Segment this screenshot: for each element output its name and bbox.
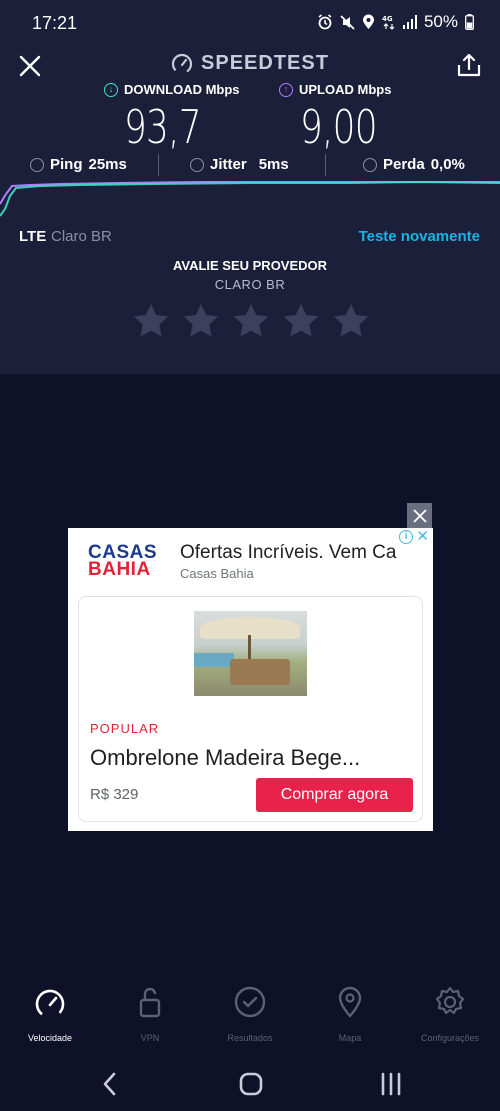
packet-loss-icon [363, 157, 377, 172]
battery-icon [465, 14, 474, 30]
speed-graph [0, 180, 500, 217]
jitter-stat: Jitter 5ms [190, 156, 289, 173]
close-icon [412, 508, 427, 523]
system-nav-bar [0, 1062, 500, 1106]
ping-stat: Ping 25ms [30, 156, 127, 173]
rating-stars [132, 302, 370, 340]
product-tag: POPULAR [90, 721, 160, 736]
upload-label-text: UPLOAD Mbps [299, 82, 392, 97]
star-icon[interactable] [132, 302, 170, 340]
stats-divider [158, 154, 159, 176]
bottom-nav: Velocidade VPN Resultados Mapa Configura… [0, 985, 500, 1055]
brand-header: SPEEDTEST [0, 52, 500, 75]
ping-icon [30, 157, 44, 172]
nav-label: Resultados [227, 1033, 273, 1043]
alarm-icon [318, 14, 332, 30]
ad-choices-close-icon[interactable]: ✕ [416, 527, 429, 545]
map-pin-icon [338, 986, 362, 1018]
product-title[interactable]: Ombrelone Madeira Bege... [90, 745, 360, 771]
stats-divider [325, 154, 326, 176]
svg-text:4G: 4G [382, 15, 393, 23]
product-image[interactable] [194, 611, 307, 696]
ad-headline[interactable]: Ofertas Incríveis. Vem Ca [180, 542, 406, 564]
network-provider: Claro BR [51, 228, 112, 245]
jitter-value: 5ms [258, 156, 289, 173]
nav-label: VPN [140, 1033, 160, 1043]
upload-arrow-icon: ↑ [279, 82, 293, 97]
retest-button[interactable]: Teste novamente [359, 228, 480, 245]
nav-item-map[interactable]: Mapa [300, 985, 400, 1043]
star-icon[interactable] [282, 302, 320, 340]
ping-label: Ping [50, 156, 83, 173]
nav-label: Mapa [338, 1033, 362, 1043]
nav-label: Configurações [420, 1033, 480, 1043]
back-icon[interactable] [96, 1070, 124, 1098]
download-arrow-icon: ↓ [104, 82, 118, 97]
nav-item-speed[interactable]: Velocidade [0, 985, 100, 1043]
signal-icon [402, 15, 417, 29]
product-price: R$ 329 [90, 786, 139, 803]
nav-item-vpn[interactable]: VPN [100, 985, 200, 1043]
nav-item-results[interactable]: Resultados [200, 985, 300, 1043]
jitter-icon [190, 157, 204, 172]
download-value: 93,7 [124, 100, 202, 154]
rate-provider-title: AVALIE SEU PROVEDOR [172, 258, 328, 273]
ad-info-icon[interactable]: i [399, 530, 413, 544]
check-circle-icon [234, 986, 266, 1018]
star-icon[interactable] [232, 302, 270, 340]
network-type: LTE [19, 228, 47, 245]
status-icons: 4G 50% [317, 12, 474, 32]
download-graph-line [0, 180, 500, 217]
packet-loss-stat: Perda 0,0% [363, 156, 465, 173]
upload-value: 9,00 [300, 100, 378, 154]
upload-label: ↑ UPLOAD Mbps [279, 82, 391, 97]
brand-title: SPEEDTEST [201, 52, 329, 74]
recents-icon[interactable] [377, 1070, 405, 1098]
ad-close-button[interactable] [407, 503, 432, 528]
battery-percent: 50% [423, 12, 458, 31]
speedtest-logo-icon [171, 53, 193, 74]
jitter-label: Jitter [210, 156, 247, 173]
advertiser-logo-line2: BAHIA [88, 559, 151, 580]
4g-icon: 4G [382, 15, 395, 30]
ping-value: 25ms [88, 156, 127, 173]
gear-icon [435, 986, 465, 1015]
home-icon[interactable] [237, 1070, 265, 1098]
status-bar: 17:21 4G 50% [0, 0, 500, 44]
download-label-text: DOWNLOAD Mbps [124, 82, 240, 97]
packet-loss-label: Perda [383, 156, 425, 173]
speedometer-icon [35, 989, 65, 1019]
packet-loss-value: 0,0% [430, 156, 465, 173]
ad-advertiser: Casas Bahia [180, 566, 254, 581]
rate-provider-name: CLARO BR [214, 277, 286, 292]
ad-banner[interactable]: CASAS BAHIA Ofertas Incríveis. Vem Ca Ca… [68, 528, 433, 831]
nav-item-settings[interactable]: Configurações [400, 985, 500, 1043]
star-icon[interactable] [182, 302, 220, 340]
results-panel: SPEEDTEST ↓ DOWNLOAD Mbps ↑ UPLOAD Mbps … [0, 44, 500, 374]
buy-now-button[interactable]: Comprar agora [256, 778, 413, 812]
advertiser-logo: CASAS BAHIA [88, 543, 168, 580]
status-time: 17:21 [32, 13, 78, 33]
location-icon [362, 14, 374, 29]
download-label: ↓ DOWNLOAD Mbps [104, 82, 240, 97]
lock-icon [139, 987, 161, 1018]
share-icon[interactable] [456, 52, 482, 78]
ad-product-card[interactable]: POPULAR Ombrelone Madeira Bege... R$ 329… [78, 596, 423, 822]
mute-icon [340, 14, 355, 30]
nav-label: Velocidade [27, 1033, 73, 1043]
star-icon[interactable] [332, 302, 370, 340]
